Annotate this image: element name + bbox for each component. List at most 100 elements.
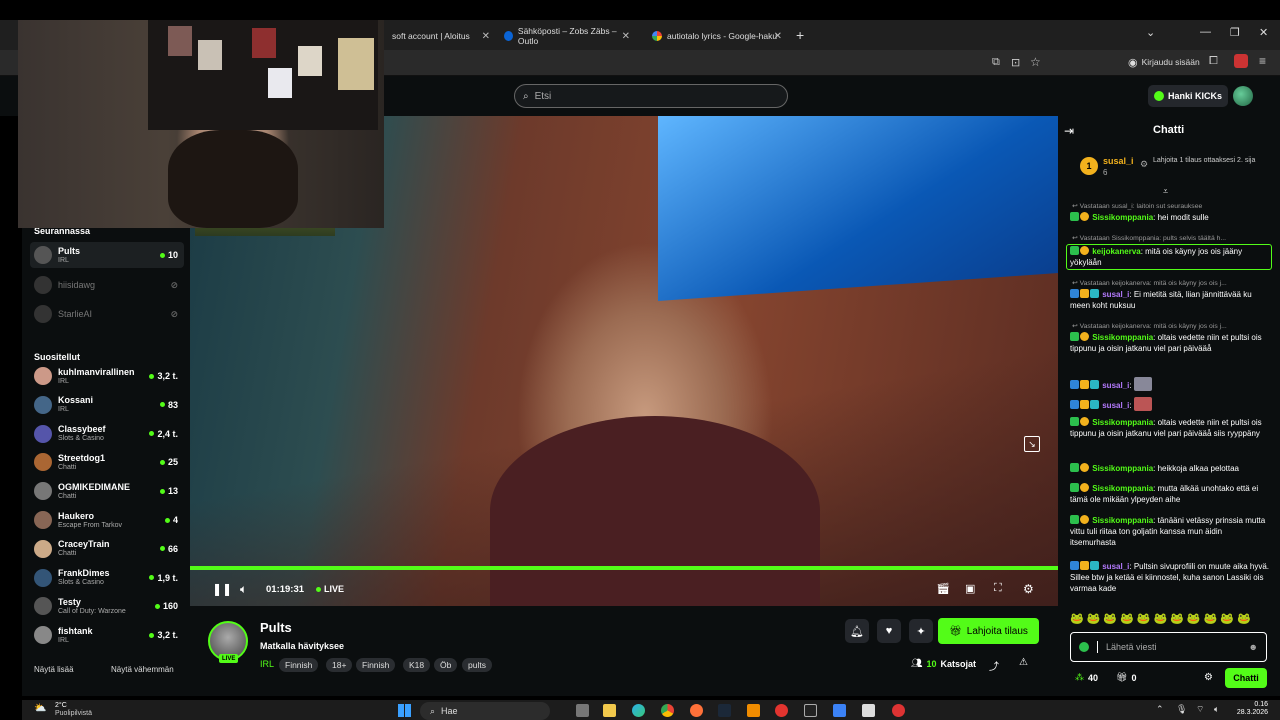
- share-icon[interactable]: ⤴: [989, 658, 999, 673]
- pinned-toggle-icon[interactable]: ⩡: [1163, 186, 1168, 197]
- bookmark-star-icon[interactable]: ☆: [1030, 55, 1041, 69]
- picture-in-picture-icon[interactable]: ↘: [1024, 436, 1040, 452]
- signin-button[interactable]: ◉ Kirjaudu sisään: [1128, 55, 1200, 69]
- close-tab-icon[interactable]: ✕: [622, 31, 630, 42]
- channel-points[interactable]: ⁂ 40: [1075, 672, 1098, 683]
- show-less-link[interactable]: Näytä vähemmän: [111, 665, 174, 674]
- sidebar-item-recommended[interactable]: CraceyTrain Chatti 66: [30, 536, 184, 562]
- chat-username[interactable]: susal_i: [1102, 401, 1129, 410]
- firefox-icon[interactable]: [690, 704, 703, 717]
- network-icon[interactable]: ⌔: [1196, 704, 1204, 715]
- taskbar-search[interactable]: ⌕ Hae: [420, 702, 550, 720]
- chat-input[interactable]: Lähetä viesti ☻: [1070, 632, 1267, 662]
- chat-reply-reference[interactable]: ↩ Vastataan keijokanerva: mitä ois käyny…: [1072, 279, 1267, 287]
- follow-heart-button[interactable]: ♥: [877, 619, 901, 643]
- chat-username[interactable]: Sissikomppania: [1092, 213, 1153, 222]
- install-app-icon[interactable]: ⊡: [1011, 56, 1020, 69]
- browser-tab-microsoft[interactable]: soft account | Aloitus ✕: [384, 24, 494, 48]
- emote-bar[interactable]: 🐸🐸🐸🐸🐸🐸🐸🐸🐸🐸🐸: [1070, 612, 1266, 628]
- chat-username[interactable]: Sissikomppania: [1092, 464, 1153, 473]
- windows-start-icon[interactable]: [398, 704, 411, 717]
- progress-bar[interactable]: [190, 566, 1058, 570]
- chat-username[interactable]: susal_i: [1102, 562, 1129, 571]
- extension-badge-icon[interactable]: [1234, 54, 1248, 68]
- close-tab-icon[interactable]: ✕: [482, 31, 490, 42]
- chat-username[interactable]: Sissikomppania: [1092, 418, 1153, 427]
- file-explorer-icon[interactable]: [603, 704, 616, 717]
- tag-k18[interactable]: K18: [403, 658, 431, 672]
- collapse-chat-icon[interactable]: ⇥: [1064, 124, 1074, 138]
- sidebar-item-recommended[interactable]: Kossani IRL 83: [30, 392, 184, 418]
- chrome-icon[interactable]: [661, 704, 674, 717]
- maximize-button[interactable]: ❐: [1230, 26, 1240, 39]
- tag-pults[interactable]: pults: [462, 658, 492, 672]
- theater-mode-icon[interactable]: ▣: [965, 582, 975, 595]
- chat-reply-reference[interactable]: ↩ Vastataan keijokanerva: mitä ois käyny…: [1072, 322, 1267, 330]
- show-more-link[interactable]: Näytä lisää: [34, 665, 74, 674]
- sidebar-item-recommended[interactable]: FrankDimes Slots & Casino 1,9 t.: [30, 565, 184, 591]
- sidebar-item-starlieai[interactable]: StarlieAI ⊘: [30, 301, 184, 327]
- settings-gear-icon[interactable]: ⚙: [1023, 582, 1034, 596]
- volume-icon[interactable]: 🔈︎: [240, 582, 247, 597]
- weather-widget[interactable]: 2°C Puolipilvistä: [55, 702, 92, 718]
- gift-sub-button[interactable]: 🎁︎ Lahjoita tilaus: [938, 618, 1039, 644]
- app-icon-3[interactable]: [892, 704, 905, 717]
- send-chat-button[interactable]: Chatti: [1225, 668, 1267, 688]
- chat-username[interactable]: Sissikomppania: [1092, 484, 1153, 493]
- task-view-icon[interactable]: [576, 704, 589, 717]
- sidebar-item-recommended[interactable]: Classybeef Slots & Casino 2,4 t.: [30, 421, 184, 447]
- pause-icon[interactable]: ❚❚: [212, 582, 232, 596]
- browser-tab-outlook[interactable]: Sähköposti – Zobs Zäbs – Outlo ✕: [496, 24, 634, 48]
- tab-dropdown-icon[interactable]: ⌄: [1146, 26, 1155, 39]
- report-icon[interactable]: ⚠: [1019, 657, 1028, 668]
- chat-username[interactable]: susal_i: [1102, 290, 1129, 299]
- chat-username[interactable]: Sissikomppania: [1092, 516, 1153, 525]
- close-window-button[interactable]: ✕: [1259, 26, 1268, 39]
- sidebar-item-pults[interactable]: Pults IRL 10: [30, 242, 184, 268]
- sidebar-item-recommended[interactable]: kuhlmanvirallinen IRL 3,2 t.: [30, 363, 184, 389]
- new-tab-button[interactable]: +: [796, 27, 804, 43]
- edge-icon[interactable]: [632, 704, 645, 717]
- leader-name[interactable]: susal_i: [1103, 156, 1134, 166]
- tag-ob[interactable]: Öb: [434, 658, 458, 672]
- notification-bell-button[interactable]: 🔔︎: [845, 619, 869, 643]
- chat-reply-reference[interactable]: ↩ Vastataan susal_i: laitoin sut seurauk…: [1072, 202, 1267, 210]
- emoji-icon[interactable]: ☻: [1249, 642, 1258, 652]
- fullscreen-icon[interactable]: ⛶: [994, 582, 1002, 595]
- speaker-icon[interactable]: 🔈︎: [1214, 704, 1219, 715]
- channel-name[interactable]: Pults: [260, 620, 292, 635]
- browser-tab-google[interactable]: autiotalo lyrics - Google-haku ✕: [644, 24, 786, 48]
- microphone-icon[interactable]: 🎙︎: [1176, 704, 1187, 715]
- terminal-icon[interactable]: [804, 704, 817, 717]
- tag-finnish-2[interactable]: Finnish: [356, 658, 396, 672]
- app-icon-2[interactable]: [862, 704, 875, 717]
- opera-icon[interactable]: [775, 704, 788, 717]
- tag-18plus[interactable]: 18+: [326, 658, 353, 672]
- chat-username[interactable]: susal_i: [1102, 381, 1129, 390]
- chat-username[interactable]: keijokanerva: [1092, 247, 1140, 256]
- browser-menu-icon[interactable]: ≡: [1259, 54, 1266, 68]
- clip-icon[interactable]: 🎬︎: [936, 582, 950, 595]
- screenshot-icon[interactable]: ⧉: [992, 56, 1000, 69]
- chat-username[interactable]: Sissikomppania: [1092, 333, 1153, 342]
- chat-reply-reference[interactable]: ↩ Vastataan Sissikomppania: pults selvis…: [1072, 234, 1267, 242]
- close-tab-icon[interactable]: ✕: [774, 31, 782, 42]
- user-avatar[interactable]: [1233, 86, 1253, 106]
- tray-chevron-icon[interactable]: ⌃: [1156, 704, 1164, 715]
- extensions-icon[interactable]: ⧠: [1209, 55, 1218, 68]
- vlc-icon[interactable]: [747, 704, 760, 717]
- minimize-button[interactable]: —: [1200, 26, 1211, 38]
- chat-settings-gear-icon[interactable]: ⚙: [1204, 672, 1213, 683]
- taskbar-clock[interactable]: 0.16 28.3.2026: [1234, 701, 1268, 717]
- sidebar-item-recommended[interactable]: Streetdog1 Chatti 25: [30, 449, 184, 475]
- gifts-count[interactable]: 🎁︎ 0: [1116, 672, 1136, 683]
- stream-category[interactable]: IRL: [260, 659, 274, 669]
- tag-finnish[interactable]: Finnish: [279, 658, 319, 672]
- emote-picker-icon[interactable]: [1079, 642, 1089, 652]
- sidebar-item-recommended[interactable]: Haukero Escape From Tarkov 4: [30, 507, 184, 533]
- sidebar-item-hiisidawg[interactable]: hiisidawg ⊘: [30, 272, 184, 298]
- sidebar-item-recommended[interactable]: fishtank IRL 3,2 t.: [30, 622, 184, 648]
- sparkle-button[interactable]: ✦: [909, 619, 933, 643]
- get-kicks-button[interactable]: Hanki KICKs: [1148, 85, 1228, 107]
- sidebar-item-recommended[interactable]: Testy Call of Duty: Warzone 160: [30, 593, 184, 619]
